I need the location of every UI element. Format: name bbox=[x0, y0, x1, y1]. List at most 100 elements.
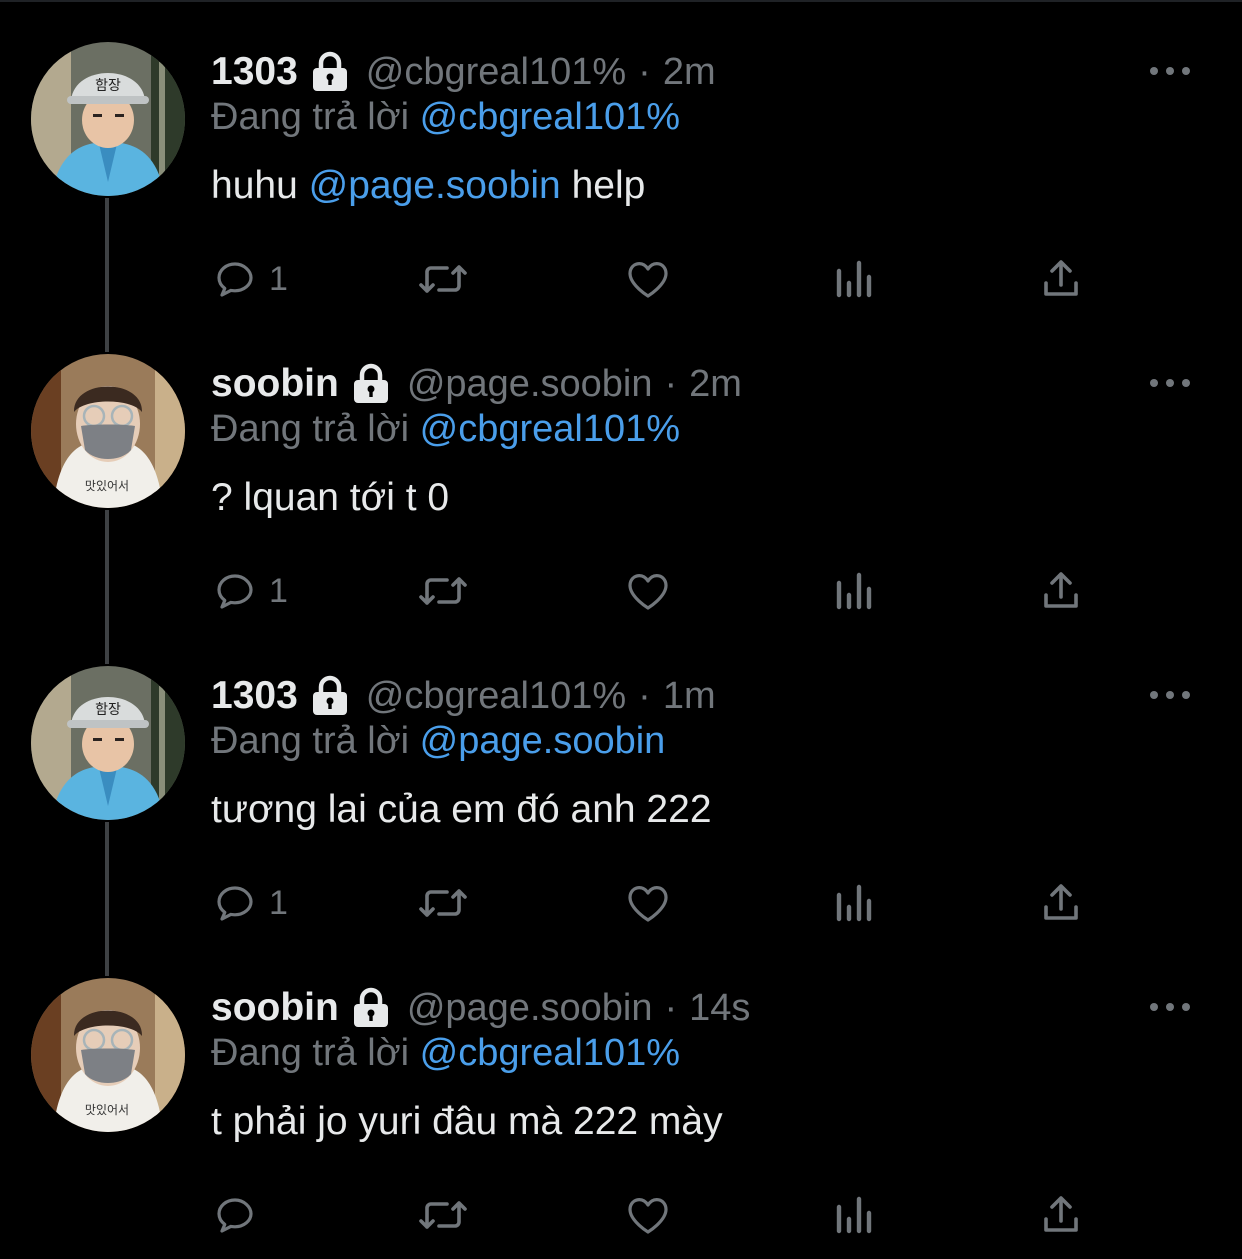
like-button[interactable] bbox=[623, 878, 673, 928]
timestamp[interactable]: 14s bbox=[689, 987, 750, 1030]
retweet-button[interactable] bbox=[415, 254, 471, 304]
tweet-text: t phải jo yuri đâu mà 222 mày bbox=[211, 1100, 723, 1144]
reply-to-mention[interactable]: @cbgreal101% bbox=[420, 1032, 680, 1074]
tweet[interactable]: 맛있어서 soobin @page.soobin · 2m Đang trả l… bbox=[0, 312, 1242, 624]
more-options-button[interactable] bbox=[1150, 368, 1190, 398]
tweet[interactable]: 함장 1303 @cbgreal101% · 1m Đang trả lời @… bbox=[0, 624, 1242, 936]
reply-to-mention[interactable]: @cbgreal101% bbox=[420, 408, 680, 450]
svg-text:맛있어서: 맛있어서 bbox=[85, 1103, 129, 1117]
views-button[interactable] bbox=[833, 878, 877, 928]
retweet-icon bbox=[419, 577, 467, 605]
svg-text:맛있어서: 맛있어서 bbox=[85, 479, 129, 493]
share-button[interactable] bbox=[1037, 878, 1085, 928]
display-name[interactable]: 1303 bbox=[211, 674, 298, 718]
retweet-icon bbox=[419, 265, 467, 293]
handle[interactable]: @cbgreal101% bbox=[366, 51, 626, 94]
more-options-button[interactable] bbox=[1150, 992, 1190, 1022]
reply-count: 1 bbox=[269, 883, 288, 922]
lock-icon bbox=[312, 51, 347, 91]
reply-count: 1 bbox=[269, 571, 288, 610]
more-dot-icon bbox=[1166, 1003, 1174, 1011]
action-bar: 1 bbox=[211, 566, 1111, 616]
handle[interactable]: @cbgreal101% bbox=[366, 675, 626, 718]
heart-icon bbox=[628, 262, 668, 298]
retweet-button[interactable] bbox=[415, 878, 471, 928]
reply-icon bbox=[217, 574, 253, 609]
more-dot-icon bbox=[1166, 691, 1174, 699]
like-button[interactable] bbox=[623, 254, 673, 304]
retweet-icon bbox=[419, 1201, 467, 1229]
reply-icon bbox=[217, 1198, 253, 1233]
more-dot-icon bbox=[1182, 67, 1190, 75]
handle[interactable]: @page.soobin bbox=[407, 987, 653, 1030]
lock-icon bbox=[312, 675, 347, 715]
bar-chart-icon bbox=[836, 260, 872, 298]
avatar[interactable]: 맛있어서 bbox=[31, 354, 185, 508]
svg-text:함장: 함장 bbox=[95, 78, 121, 94]
timestamp[interactable]: 2m bbox=[663, 51, 716, 94]
tweet[interactable]: 맛있어서 soobin @page.soobin · 14s Đang trả … bbox=[0, 936, 1242, 1248]
action-bar: 1 bbox=[211, 878, 1111, 928]
reply-prefix: Đang trả lời bbox=[211, 408, 410, 450]
tweet-header: soobin @page.soobin · 14s bbox=[211, 982, 750, 1034]
reply-context: Đang trả lời @cbgreal101% bbox=[211, 1032, 680, 1075]
tweet-text-part: help bbox=[571, 164, 646, 207]
heart-icon bbox=[628, 886, 668, 922]
reply-context: Đang trả lời @page.soobin bbox=[211, 720, 665, 763]
more-options-button[interactable] bbox=[1150, 56, 1190, 86]
retweet-icon bbox=[419, 889, 467, 917]
reply-icon bbox=[217, 262, 253, 297]
timestamp[interactable]: 1m bbox=[663, 675, 716, 718]
tweet-text: tương lai của em đó anh 222 bbox=[211, 788, 712, 832]
tweet-text: ? lquan tới t 0 bbox=[211, 476, 449, 520]
more-options-button[interactable] bbox=[1150, 680, 1190, 710]
views-button[interactable] bbox=[833, 1190, 877, 1240]
reply-button[interactable]: 1 bbox=[211, 878, 288, 928]
views-button[interactable] bbox=[833, 254, 877, 304]
reply-context: Đang trả lời @cbgreal101% bbox=[211, 96, 680, 139]
tweet-text-part: ? lquan tới t 0 bbox=[211, 476, 450, 519]
share-button[interactable] bbox=[1037, 1190, 1085, 1240]
avatar[interactable]: 함장 bbox=[31, 42, 185, 196]
display-name[interactable]: 1303 bbox=[211, 50, 298, 94]
like-button[interactable] bbox=[623, 1190, 673, 1240]
like-button[interactable] bbox=[623, 566, 673, 616]
timestamp[interactable]: 2m bbox=[689, 363, 742, 406]
more-dot-icon bbox=[1166, 379, 1174, 387]
reply-button[interactable]: 1 bbox=[211, 566, 288, 616]
action-bar bbox=[211, 1190, 1111, 1240]
retweet-button[interactable] bbox=[415, 566, 471, 616]
share-icon bbox=[1044, 572, 1078, 608]
display-name[interactable]: soobin bbox=[211, 362, 339, 406]
heart-icon bbox=[628, 1198, 668, 1234]
bar-chart-icon bbox=[836, 572, 872, 610]
avatar[interactable]: 함장 bbox=[31, 666, 185, 820]
share-icon bbox=[1044, 1196, 1078, 1232]
separator-dot: · bbox=[664, 986, 678, 1029]
reply-to-mention[interactable]: @page.soobin bbox=[420, 720, 666, 762]
reply-to-mention[interactable]: @cbgreal101% bbox=[420, 96, 680, 138]
handle[interactable]: @page.soobin bbox=[407, 363, 653, 406]
share-button[interactable] bbox=[1037, 254, 1085, 304]
more-dot-icon bbox=[1150, 691, 1158, 699]
tweet-mention[interactable]: @page.soobin bbox=[309, 164, 561, 207]
more-dot-icon bbox=[1150, 1003, 1158, 1011]
tweet-text-part: t phải jo yuri đâu mà 222 mày bbox=[211, 1100, 723, 1143]
avatar[interactable]: 맛있어서 bbox=[31, 978, 185, 1132]
reply-count: 1 bbox=[269, 259, 288, 298]
more-dot-icon bbox=[1182, 691, 1190, 699]
reply-icon bbox=[217, 886, 253, 921]
tweet-text-part: huhu bbox=[211, 164, 298, 207]
reply-button[interactable] bbox=[211, 1190, 269, 1240]
reply-button[interactable]: 1 bbox=[211, 254, 288, 304]
more-dot-icon bbox=[1182, 379, 1190, 387]
views-button[interactable] bbox=[833, 566, 877, 616]
tweet[interactable]: 함장 1303 @cbgreal101% · 2m Đang trả lời @… bbox=[0, 0, 1242, 312]
reply-context: Đang trả lời @cbgreal101% bbox=[211, 408, 680, 451]
display-name[interactable]: soobin bbox=[211, 986, 339, 1030]
separator-dot: · bbox=[638, 674, 651, 717]
more-dot-icon bbox=[1150, 379, 1158, 387]
share-button[interactable] bbox=[1037, 566, 1085, 616]
share-icon bbox=[1044, 884, 1078, 920]
retweet-button[interactable] bbox=[415, 1190, 471, 1240]
